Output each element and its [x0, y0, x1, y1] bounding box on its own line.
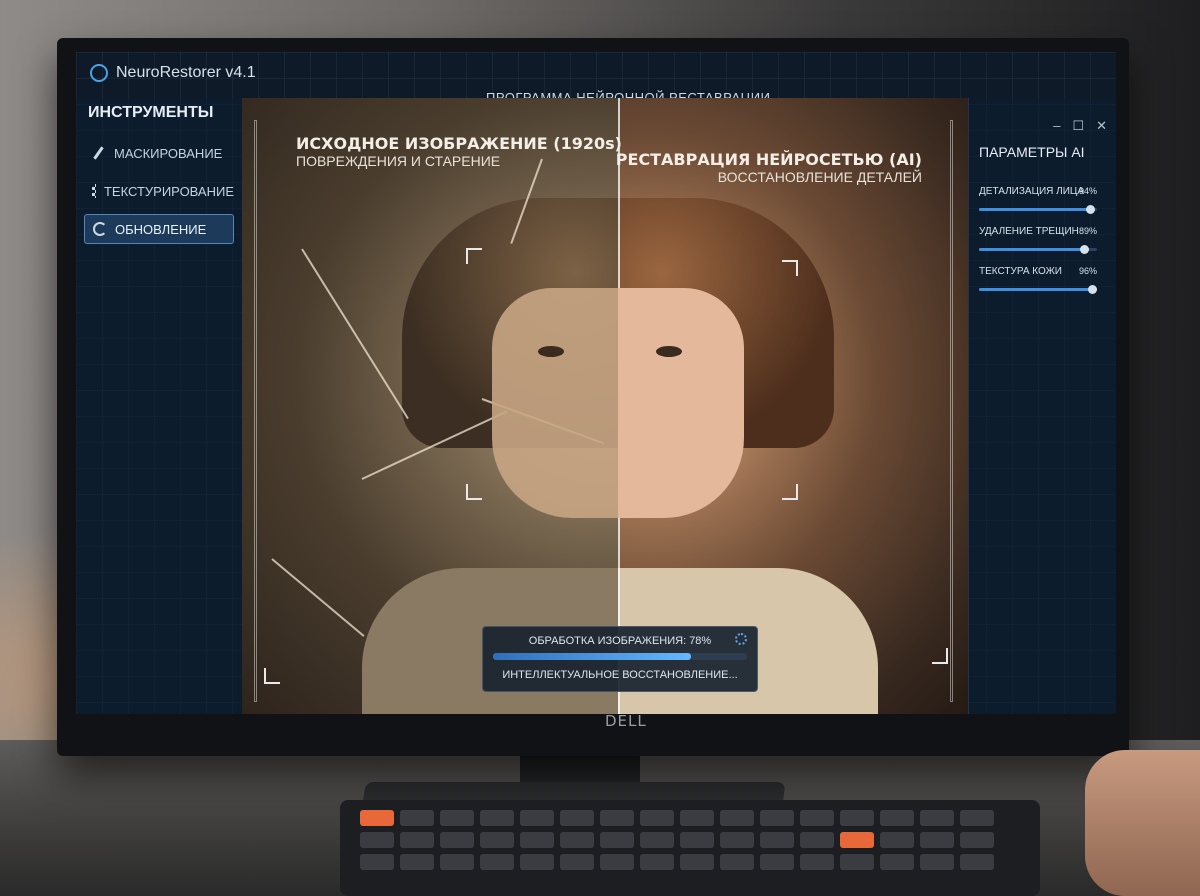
brain-icon [90, 64, 108, 82]
progress-bar [493, 653, 747, 660]
param-slider-fill [979, 288, 1093, 291]
progress-status: ИНТЕЛЛЕКТУАЛЬНОЕ ВОССТАНОВЛЕНИЕ... [502, 669, 738, 681]
eye-left [538, 346, 564, 357]
param-slider-knob[interactable] [1080, 245, 1090, 254]
restored-label: РЕСТАВРАЦИЯ НЕЙРОСЕТЬЮ (AI) ВОССТАНОВЛЕН… [616, 150, 922, 185]
user-hand [1085, 750, 1200, 896]
face-original [492, 288, 618, 518]
window-controls: – ☐ ✕ [1053, 118, 1107, 134]
param-slider-knob[interactable] [1088, 285, 1098, 294]
param-value: 94% [1078, 186, 1097, 196]
face-restored [618, 288, 744, 518]
sidebar-item-update[interactable]: ОБНОВЛЕНИЕ [84, 214, 234, 244]
key-row [360, 832, 994, 848]
frame-line [950, 120, 953, 702]
focus-bracket [466, 248, 482, 264]
maximize-button[interactable]: ☐ [1072, 118, 1084, 134]
focus-bracket [782, 484, 798, 500]
restored-title: РЕСТАВРАЦИЯ НЕЙРОСЕТЬЮ (AI) [615, 150, 922, 169]
corner-bracket [932, 648, 948, 664]
progress-bar-fill [493, 653, 692, 660]
keyboard [340, 800, 1040, 896]
original-title: ИСХОДНОЕ ИЗОБРАЖЕНИЕ (1920s) [296, 134, 622, 153]
minimize-button[interactable]: – [1053, 118, 1060, 134]
processing-progress: ОБРАБОТКА ИЗОБРАЖЕНИЯ: 78% ИНТЕЛЛЕКТУАЛЬ… [482, 626, 758, 692]
sidebar-item-label: МАСКИРОВАНИЕ [114, 145, 223, 161]
brush-icon [93, 146, 104, 160]
app-window: NeuroRestorer v4.1 ПРОГРАММА НЕЙРОННОЙ Р… [76, 52, 1116, 714]
param-value: 89% [1078, 226, 1097, 236]
sidebar-item-texturing[interactable]: ТЕКСТУРИРОВАНИЕ [84, 176, 234, 206]
ai-parameters-panel: – ☐ ✕ ПАРАМЕТРЫ AI ДЕТАЛИЗАЦИЯ ЛИЦА 94% … [968, 98, 1116, 714]
restored-subtitle: ВОССТАНОВЛЕНИЕ ДЕТАЛЕЙ [717, 169, 922, 185]
param-value: 96% [1078, 266, 1097, 276]
sidebar-title: ИНСТРУМЕНТЫ [88, 104, 214, 121]
app-title: NeuroRestorer v4.1 [90, 64, 256, 82]
progress-label: ОБРАБОТКА ИЗОБРАЖЕНИЯ: 78% [528, 635, 712, 647]
param-face-detail: ДЕТАЛИЗАЦИЯ ЛИЦА 94% [979, 186, 1097, 214]
param-slider-knob[interactable] [1085, 205, 1095, 214]
eye-right [656, 346, 682, 357]
param-slider-fill [979, 208, 1090, 211]
param-crack-removal: УДАЛЕНИЕ ТРЕЩИН 89% [979, 226, 1097, 254]
tools-sidebar: ИНСТРУМЕНТЫ МАСКИРОВАНИЕ ТЕКСТУРИРОВАНИЕ… [76, 98, 243, 714]
refresh-icon [93, 222, 107, 236]
spinner-icon [735, 633, 747, 645]
param-slider[interactable] [979, 205, 1097, 214]
key-row [360, 810, 994, 826]
sidebar-item-label: ОБНОВЛЕНИЕ [115, 221, 207, 237]
app-name: NeuroRestorer v4.1 [116, 64, 256, 81]
original-label: ИСХОДНОЕ ИЗОБРАЖЕНИЕ (1920s) ПОВРЕЖДЕНИЯ… [296, 134, 622, 169]
original-subtitle: ПОВРЕЖДЕНИЯ И СТАРЕНИЕ [296, 153, 501, 169]
focus-bracket [466, 484, 482, 500]
monitor-logo: DELL [605, 712, 647, 730]
param-slider[interactable] [979, 245, 1097, 254]
param-slider-fill [979, 248, 1085, 251]
params-title: ПАРАМЕТРЫ AI [979, 144, 1085, 160]
key-row [360, 854, 994, 870]
sidebar-item-masking[interactable]: МАСКИРОВАНИЕ [84, 138, 234, 168]
frame-line [254, 120, 257, 702]
sidebar-item-label: ТЕКСТУРИРОВАНИЕ [103, 183, 234, 199]
focus-bracket [782, 260, 798, 276]
close-button[interactable]: ✕ [1096, 118, 1107, 134]
param-skin-texture: ТЕКСТУРА КОЖИ 96% [979, 266, 1098, 294]
corner-bracket [264, 668, 280, 684]
param-slider[interactable] [979, 285, 1098, 294]
texture-icon [92, 184, 96, 198]
photo-comparison-view[interactable]: ИСХОДНОЕ ИЗОБРАЖЕНИЕ (1920s) ПОВРЕЖДЕНИЯ… [242, 98, 968, 714]
